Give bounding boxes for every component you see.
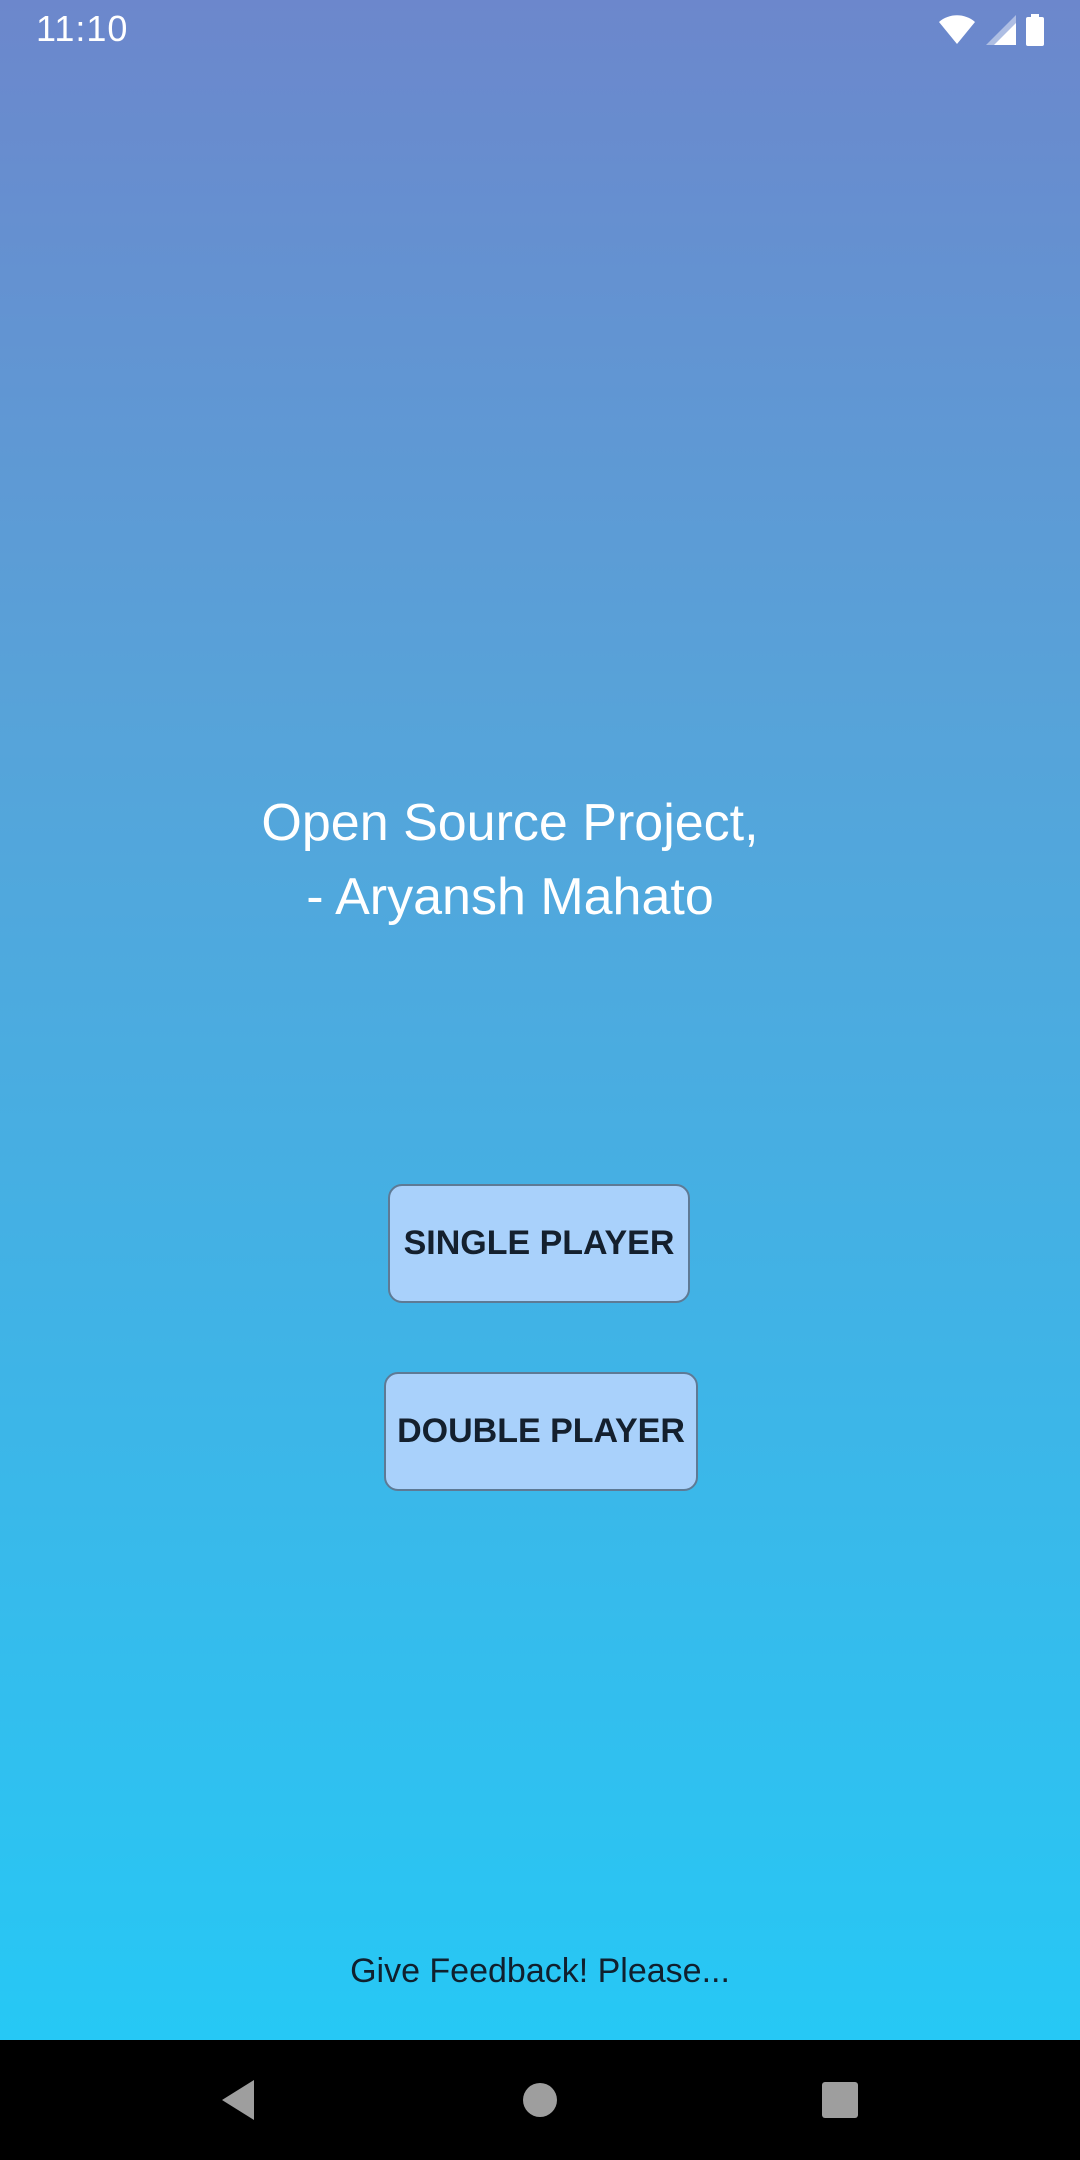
back-icon <box>222 2080 254 2120</box>
single-player-button[interactable]: SINGLE PLAYER <box>388 1184 690 1303</box>
status-bar: 11:10 <box>0 0 1080 60</box>
back-button[interactable] <box>178 2040 298 2160</box>
app-screen: 11:10 Open Source Project, - Aryansh Mah… <box>0 0 1080 2040</box>
battery-icon <box>1026 14 1044 46</box>
recents-icon <box>822 2082 858 2118</box>
credit-line-project: Open Source Project, <box>261 794 759 852</box>
cell-signal-icon <box>986 15 1016 45</box>
status-icons <box>938 12 1044 48</box>
recents-button[interactable] <box>780 2040 900 2160</box>
wifi-icon <box>938 15 976 45</box>
double-player-button[interactable]: DOUBLE PLAYER <box>384 1372 698 1491</box>
home-button[interactable] <box>480 2040 600 2160</box>
feedback-link[interactable]: Give Feedback! Please... <box>0 1952 1080 1991</box>
credit-line-author: - Aryansh Mahato <box>306 868 714 926</box>
status-time: 11:10 <box>36 8 129 49</box>
home-icon <box>523 2083 557 2117</box>
credit-text: Open Source Project, - Aryansh Mahato <box>0 786 1020 934</box>
system-nav-bar <box>0 2040 1080 2160</box>
